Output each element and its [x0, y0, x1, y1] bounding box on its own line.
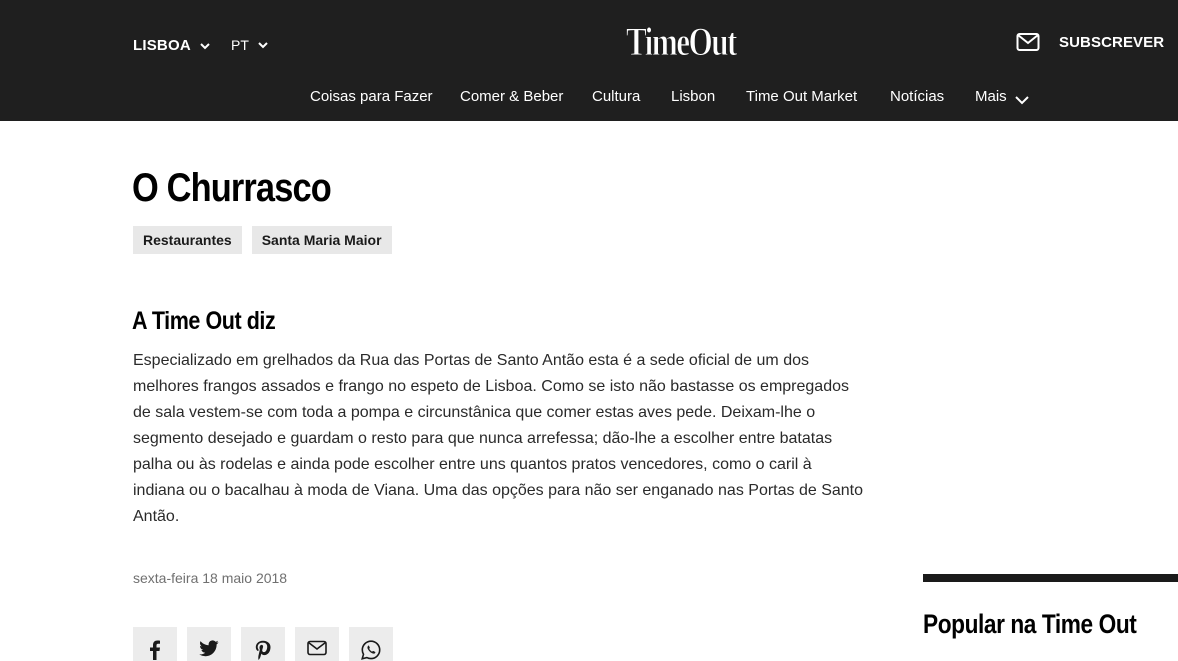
email-icon: [307, 640, 327, 656]
nav-item-coisas-para-fazer[interactable]: Coisas para Fazer: [310, 88, 433, 105]
chevron-down-icon: [199, 40, 211, 52]
logo-wordmark: TimeOut: [626, 19, 738, 64]
nav-item-time-out-market[interactable]: Time Out Market: [746, 88, 857, 105]
share-twitter-button[interactable]: [187, 627, 231, 661]
main-nav: Coisas para Fazer Comer & Beber Cultura …: [0, 88, 1178, 112]
share-whatsapp-button[interactable]: [349, 627, 393, 661]
pinterest-icon: [254, 640, 272, 660]
twitter-icon: [199, 640, 219, 658]
sidebar-divider: [923, 574, 1178, 582]
city-label: LISBOA: [133, 37, 191, 54]
timeout-logo[interactable]: TimeOut: [626, 21, 738, 64]
site-header: LISBOA PT TimeOut SUBSCREVER Coisas para…: [0, 0, 1178, 121]
share-email-button[interactable]: [295, 627, 339, 661]
language-selector[interactable]: PT: [231, 37, 269, 53]
share-pinterest-button[interactable]: [241, 627, 285, 661]
subscribe-label: SUBSCREVER: [1059, 33, 1165, 51]
whatsapp-icon: [361, 640, 381, 660]
chevron-down-icon: [1014, 92, 1029, 104]
language-label: PT: [231, 37, 249, 53]
page-title: O Churrasco: [132, 166, 332, 210]
popular-heading: Popular na Time Out: [923, 609, 1137, 639]
share-bar: [133, 627, 393, 661]
subscribe-button[interactable]: SUBSCREVER: [1016, 32, 1164, 52]
mail-icon: [1016, 32, 1040, 52]
nav-item-cultura[interactable]: Cultura: [592, 88, 640, 105]
tag-restaurantes[interactable]: Restaurantes: [133, 226, 242, 254]
review-body: Especializado em grelhados da Rua das Po…: [133, 352, 864, 525]
nav-item-noticias[interactable]: Notícias: [890, 88, 944, 105]
nav-item-comer-beber[interactable]: Comer & Beber: [460, 88, 563, 105]
facebook-icon: [146, 640, 164, 660]
city-selector[interactable]: LISBOA: [133, 37, 211, 54]
tag-santa-maria-maior[interactable]: Santa Maria Maior: [251, 226, 392, 254]
chevron-down-icon: [257, 39, 269, 51]
nav-item-mais[interactable]: Mais: [975, 88, 1029, 105]
nav-item-lisbon[interactable]: Lisbon: [671, 88, 715, 105]
tag-list: Restaurantes Santa Maria Maior: [133, 226, 392, 254]
share-facebook-button[interactable]: [133, 627, 177, 661]
nav-item-mais-label: Mais: [975, 88, 1007, 105]
review-heading: A Time Out diz: [132, 307, 276, 335]
publish-date: sexta-feira 18 maio 2018: [133, 570, 288, 586]
